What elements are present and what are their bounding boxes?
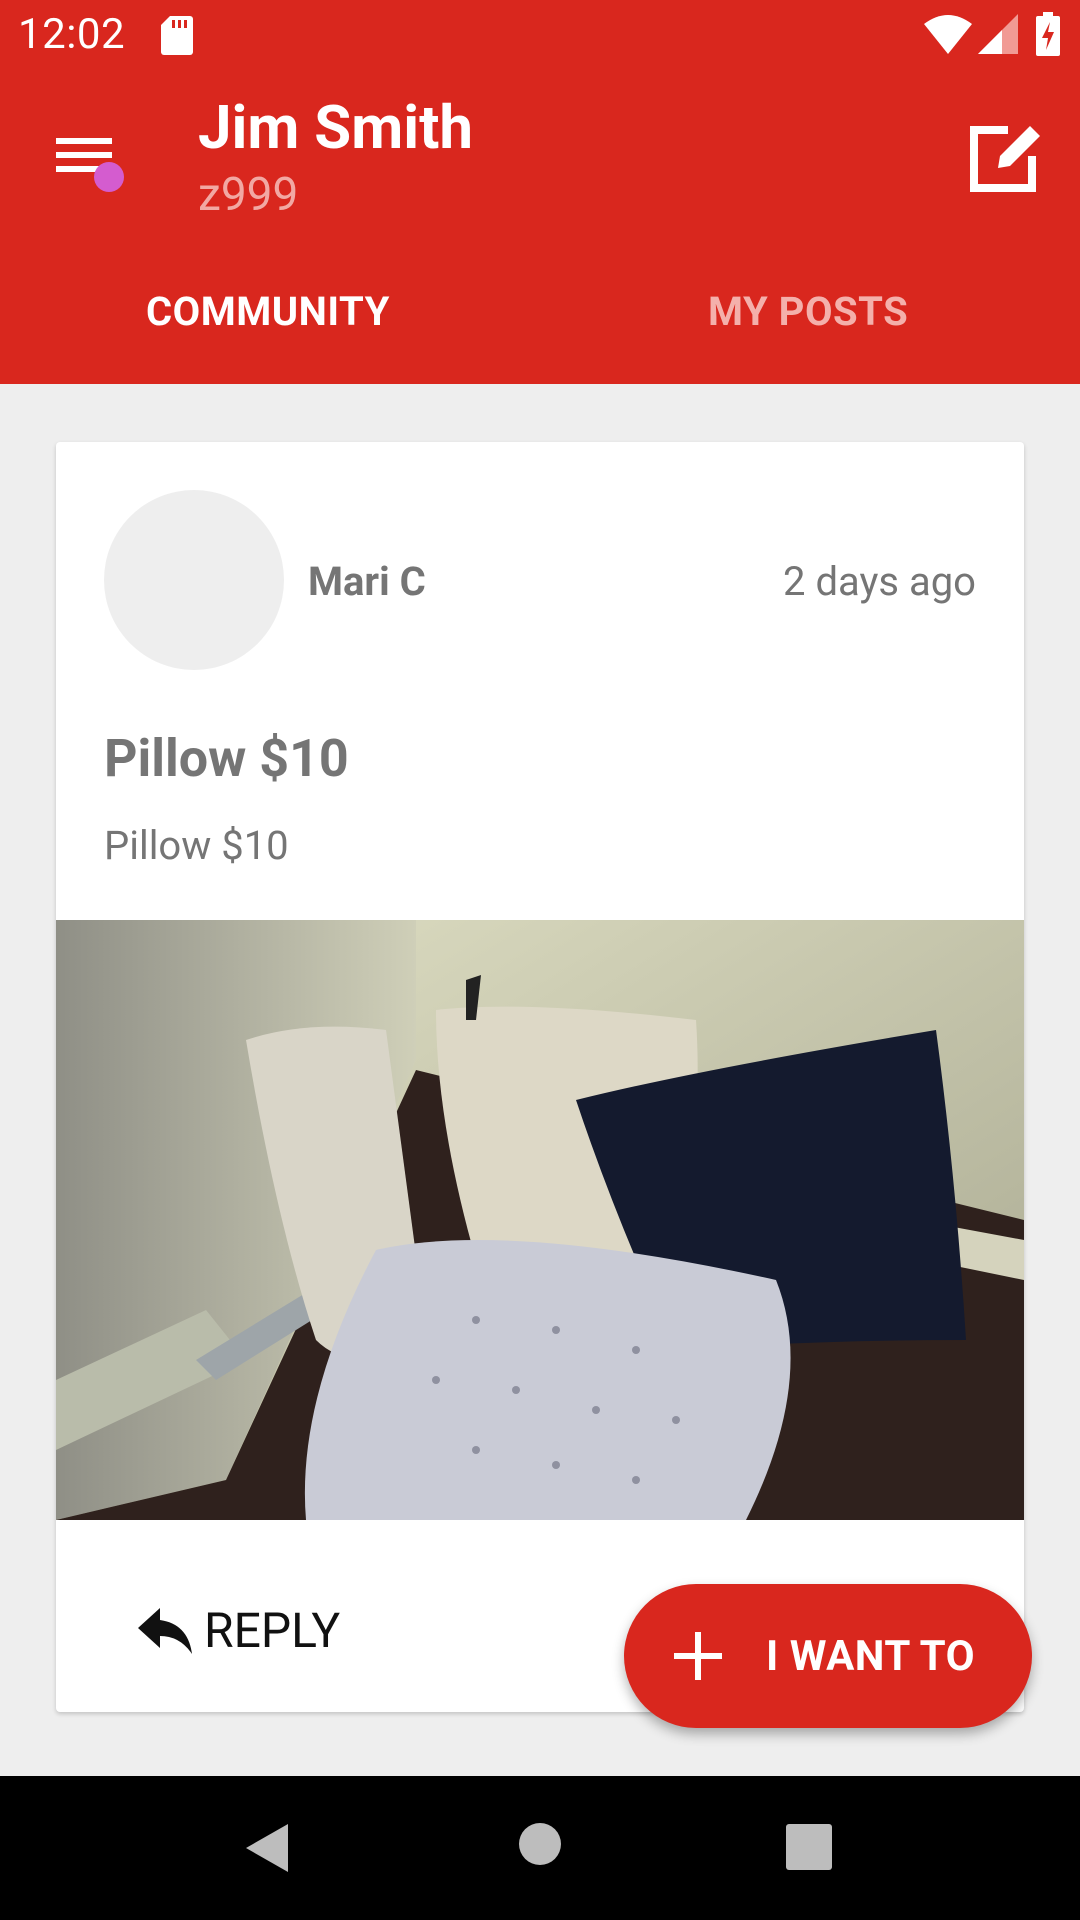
fab-label: I WANT TO bbox=[766, 1631, 976, 1681]
home-icon[interactable] bbox=[518, 1822, 562, 1866]
tab-my-posts[interactable]: MY POSTS bbox=[708, 288, 908, 335]
post-body: Pillow $10 bbox=[104, 822, 289, 869]
pillows-photo bbox=[56, 920, 1024, 1520]
back-icon[interactable] bbox=[244, 1822, 290, 1874]
menu-button[interactable] bbox=[44, 120, 134, 210]
reply-icon bbox=[138, 1608, 192, 1654]
post-title: Pillow $10 bbox=[104, 728, 349, 789]
reply-button[interactable]: REPLY bbox=[136, 1590, 340, 1670]
sd-card-icon bbox=[161, 16, 193, 55]
avatar bbox=[104, 490, 284, 670]
user-id: z999 bbox=[198, 168, 299, 222]
status-bar: 12:02 bbox=[0, 0, 1080, 72]
compose-icon bbox=[970, 126, 1040, 192]
notification-dot bbox=[94, 162, 124, 192]
recents-icon[interactable] bbox=[786, 1824, 832, 1870]
post-author: Mari C bbox=[308, 558, 426, 605]
app-bar: 12:02 Jim Smith z999 COMMUNITY MY POSTS bbox=[0, 0, 1080, 384]
i-want-to-button[interactable]: I WANT TO bbox=[624, 1584, 1032, 1728]
cell-signal-icon bbox=[978, 14, 1018, 54]
post-card[interactable]: Mari C 2 days ago Pillow $10 Pillow $10 bbox=[56, 442, 1024, 1712]
reply-label: REPLY bbox=[204, 1601, 341, 1659]
post-image[interactable] bbox=[56, 920, 1024, 1520]
compose-button[interactable] bbox=[964, 116, 1048, 200]
user-name: Jim Smith bbox=[198, 92, 473, 163]
wifi-icon bbox=[924, 15, 972, 54]
active-tab-indicator bbox=[0, 376, 540, 384]
hamburger-menu-icon bbox=[56, 138, 112, 172]
status-time: 12:02 bbox=[18, 10, 126, 59]
battery-charging-icon bbox=[1036, 12, 1060, 56]
tab-community[interactable]: COMMUNITY bbox=[146, 288, 390, 335]
post-timestamp: 2 days ago bbox=[783, 558, 976, 605]
system-nav-bar bbox=[0, 1776, 1080, 1920]
plus-icon bbox=[674, 1632, 722, 1680]
